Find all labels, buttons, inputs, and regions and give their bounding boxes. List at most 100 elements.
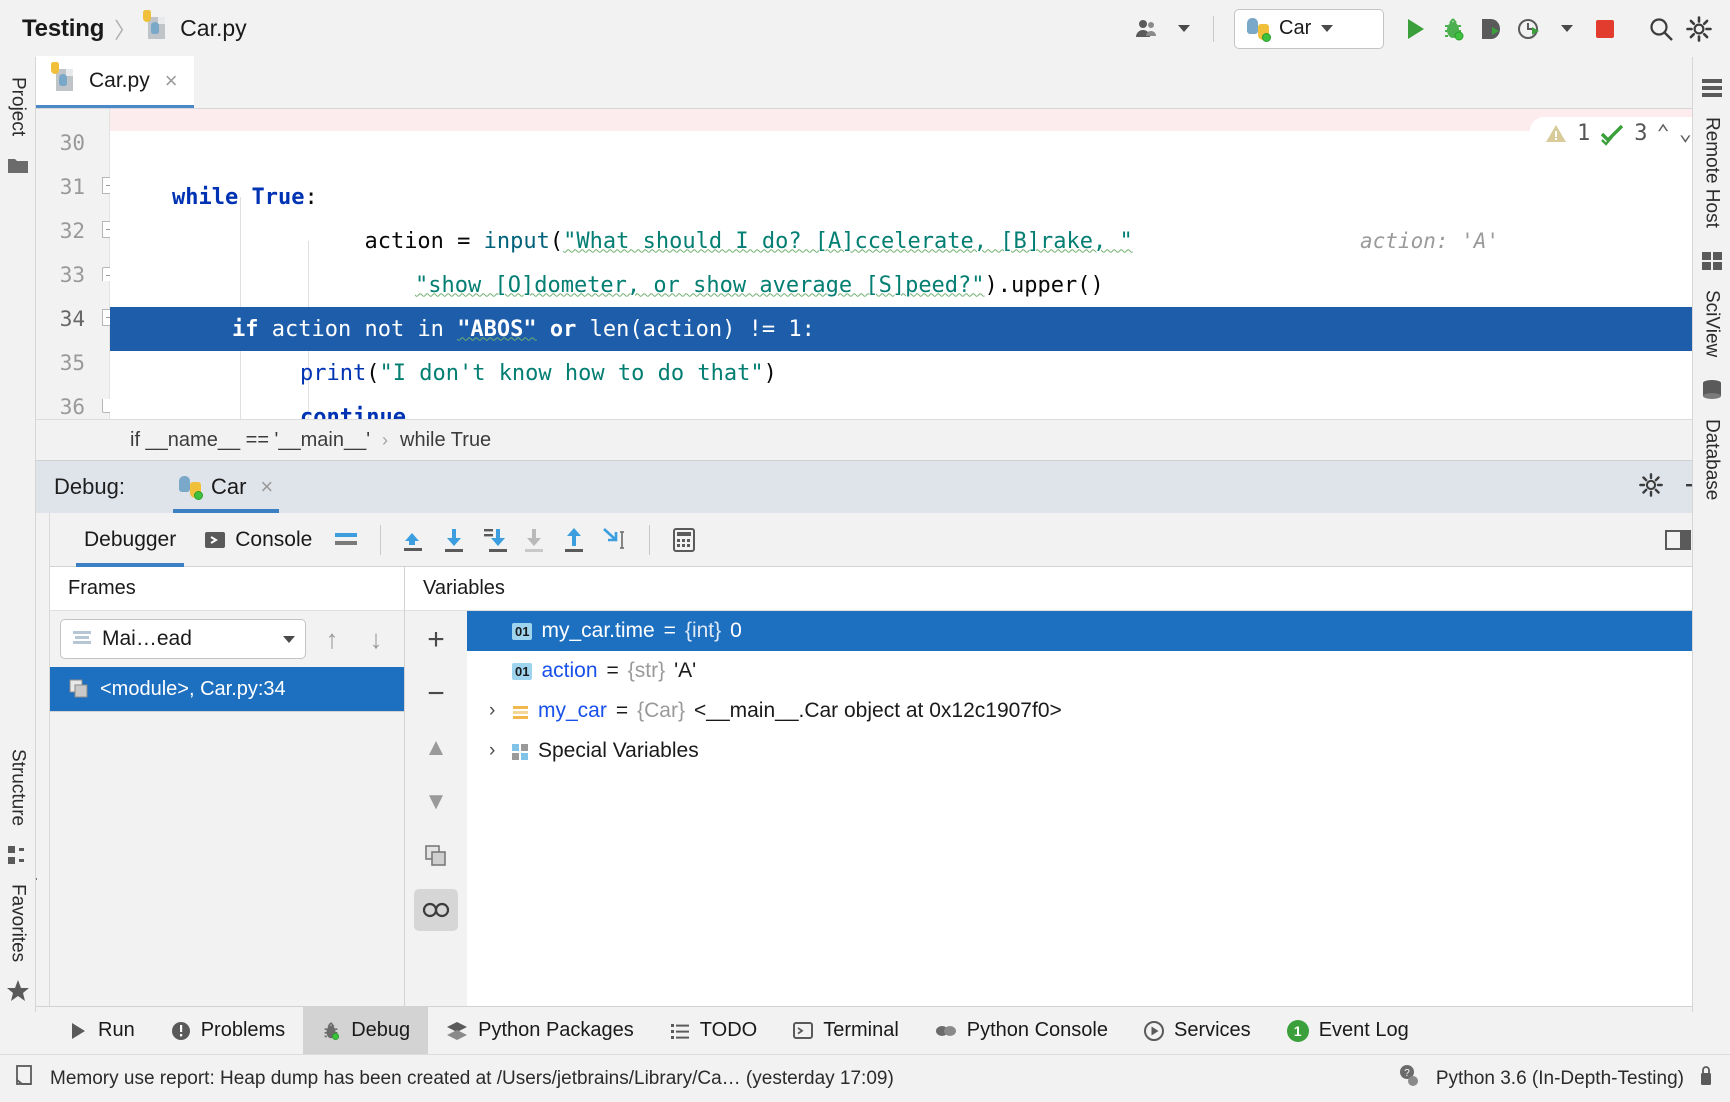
variables-title: Variables bbox=[405, 567, 1730, 611]
expand-arrow-icon[interactable]: › bbox=[489, 700, 503, 722]
sidebar-item-structure[interactable]: Structure bbox=[5, 741, 31, 834]
sciview-icon[interactable] bbox=[1699, 248, 1725, 274]
code-fn-print: print bbox=[300, 361, 366, 386]
svg-text:?: ? bbox=[1404, 1068, 1410, 1079]
todo-icon bbox=[670, 1021, 690, 1041]
evaluate-expression-icon[interactable] bbox=[664, 520, 704, 560]
structure-icon[interactable] bbox=[5, 842, 31, 868]
variable-row[interactable]: 01 action = {str} 'A' bbox=[467, 651, 1730, 691]
copy-icon[interactable] bbox=[414, 835, 458, 877]
python-icon bbox=[179, 476, 201, 498]
remove-watch-icon[interactable]: − bbox=[414, 673, 458, 715]
debugger-panes: Frames Mai…ead ↑ ↓ <module>, Car.py:34 bbox=[50, 567, 1730, 1006]
frames-list[interactable] bbox=[50, 711, 404, 1006]
help-icon[interactable]: ? bbox=[1396, 1063, 1422, 1094]
code-paren-close: ) bbox=[764, 361, 777, 386]
layout-settings-icon[interactable] bbox=[326, 520, 366, 560]
folder-icon[interactable] bbox=[5, 152, 31, 178]
tab-debugger[interactable]: Debugger bbox=[70, 513, 190, 567]
run-configuration-selector[interactable]: Car bbox=[1234, 9, 1384, 49]
bottom-tab-problems[interactable]: Problems bbox=[153, 1007, 303, 1055]
debug-button[interactable] bbox=[1436, 12, 1470, 46]
chevron-right-icon: › bbox=[382, 430, 388, 451]
thread-dropdown[interactable]: Mai…ead bbox=[60, 619, 306, 659]
move-frame-down-icon[interactable]: ↓ bbox=[358, 621, 394, 657]
code-line-35: print("I don't know how to do that") bbox=[110, 351, 1730, 395]
add-watch-icon[interactable]: + bbox=[414, 619, 458, 661]
bottom-tab-debug[interactable]: Debug bbox=[303, 1007, 428, 1055]
code-line-33: "show [O]dometer, or show average [S]pee… bbox=[110, 263, 1730, 307]
previous-highlight-icon[interactable]: ⌃ bbox=[1657, 121, 1670, 146]
search-icon[interactable] bbox=[1644, 12, 1678, 46]
stop-button[interactable] bbox=[1588, 12, 1622, 46]
interpreter-label[interactable]: Python 3.6 (In-Depth-Testing) bbox=[1436, 1068, 1684, 1090]
expand-arrow-icon[interactable]: › bbox=[489, 740, 503, 762]
editor-tab-car-py[interactable]: Car.py × bbox=[36, 56, 194, 108]
move-down-icon[interactable]: ▼ bbox=[414, 781, 458, 823]
memory-icon[interactable] bbox=[14, 1064, 36, 1093]
run-to-cursor-icon[interactable] bbox=[595, 520, 635, 560]
remote-host-icon[interactable] bbox=[1699, 75, 1725, 101]
status-message[interactable]: Memory use report: Heap dump has been cr… bbox=[50, 1068, 894, 1090]
variables-list[interactable]: 01 my_car.time = {int} 0 01 action = bbox=[467, 611, 1730, 1006]
star-icon[interactable] bbox=[5, 978, 31, 1004]
user-avatar-icon[interactable] bbox=[1129, 12, 1163, 46]
tab-console[interactable]: Console bbox=[190, 513, 326, 567]
bottom-tab-python-console[interactable]: Python Console bbox=[917, 1007, 1126, 1055]
breadcrumb-project[interactable]: Testing bbox=[22, 15, 104, 43]
line-number: 31 bbox=[60, 175, 85, 199]
inspection-widget[interactable]: 1 3 ⌃ ⌄ bbox=[1530, 117, 1700, 150]
breadcrumb-scope-1[interactable]: if __name__ == '__main__' bbox=[130, 429, 370, 452]
force-step-into-icon[interactable] bbox=[515, 520, 555, 560]
code-fn-len: len bbox=[590, 317, 630, 342]
move-frame-up-icon[interactable]: ↑ bbox=[314, 621, 350, 657]
debugger-toolbar: Debugger Console bbox=[50, 513, 1730, 567]
bottom-tab-event-log[interactable]: 1 Event Log bbox=[1269, 1007, 1427, 1055]
show-execution-point-icon[interactable] bbox=[395, 520, 435, 560]
bottom-tab-label: Terminal bbox=[823, 1019, 899, 1042]
profile-dropdown-icon[interactable] bbox=[1550, 12, 1584, 46]
python-console-icon bbox=[935, 1021, 957, 1041]
variable-row[interactable]: › Special Variables bbox=[467, 731, 1730, 771]
database-icon[interactable] bbox=[1699, 377, 1725, 403]
sidebar-item-project[interactable]: Project bbox=[5, 69, 31, 144]
inspect-icon[interactable] bbox=[414, 889, 458, 931]
breadcrumb-file[interactable]: Car.py bbox=[180, 15, 246, 42]
bottom-tab-python-packages[interactable]: Python Packages bbox=[428, 1007, 652, 1055]
code-text-area[interactable]: while True: action = input("What should … bbox=[110, 109, 1730, 419]
lock-icon[interactable] bbox=[1698, 1064, 1714, 1093]
tab-console-label: Console bbox=[235, 528, 312, 552]
bottom-tab-services[interactable]: Services bbox=[1126, 1007, 1269, 1055]
step-over-icon[interactable] bbox=[435, 520, 475, 560]
bottom-tab-todo[interactable]: TODO bbox=[652, 1007, 775, 1055]
equals-sign: = bbox=[664, 619, 676, 643]
next-highlight-icon[interactable]: ⌄ bbox=[1679, 121, 1692, 146]
bottom-tab-run[interactable]: Run bbox=[50, 1007, 153, 1055]
sidebar-item-remote-host[interactable]: Remote Host bbox=[1698, 107, 1726, 238]
move-up-icon[interactable]: ▲ bbox=[414, 727, 458, 769]
run-button[interactable] bbox=[1398, 12, 1432, 46]
code-string-abos: "ABOS" bbox=[457, 317, 536, 342]
settings-icon[interactable] bbox=[1682, 12, 1716, 46]
gear-icon[interactable] bbox=[1638, 472, 1664, 503]
user-avatar-dropdown-icon[interactable] bbox=[1167, 12, 1201, 46]
run-with-coverage-button[interactable] bbox=[1474, 12, 1508, 46]
code-editor[interactable]: 30 31 32 33 34 35 36 while True: bbox=[0, 109, 1730, 419]
bottom-tab-terminal[interactable]: Terminal bbox=[775, 1007, 917, 1055]
step-into-icon[interactable] bbox=[475, 520, 515, 560]
bottom-tab-label: TODO bbox=[700, 1019, 757, 1042]
variable-row[interactable]: 01 my_car.time = {int} 0 bbox=[467, 611, 1730, 651]
frame-item[interactable]: <module>, Car.py:34 bbox=[50, 667, 404, 711]
sidebar-item-favorites[interactable]: Favorites bbox=[5, 876, 31, 970]
sidebar-item-database[interactable]: Database bbox=[1698, 409, 1726, 510]
variable-value: <__main__.Car object at 0x12c1907f0> bbox=[694, 699, 1062, 723]
sidebar-item-sciview[interactable]: SciView bbox=[1698, 280, 1726, 367]
frames-pane: Frames Mai…ead ↑ ↓ <module>, Car.py:34 bbox=[50, 567, 405, 1006]
variable-row[interactable]: › my_car = {Car} <__main__.Car object at… bbox=[467, 691, 1730, 731]
close-icon[interactable]: × bbox=[161, 70, 178, 92]
breadcrumb-scope-2[interactable]: while True bbox=[400, 429, 491, 452]
close-icon[interactable]: × bbox=[256, 476, 273, 498]
profile-button[interactable] bbox=[1512, 12, 1546, 46]
debug-session-tab[interactable]: Car × bbox=[173, 461, 279, 513]
step-out-icon[interactable] bbox=[555, 520, 595, 560]
